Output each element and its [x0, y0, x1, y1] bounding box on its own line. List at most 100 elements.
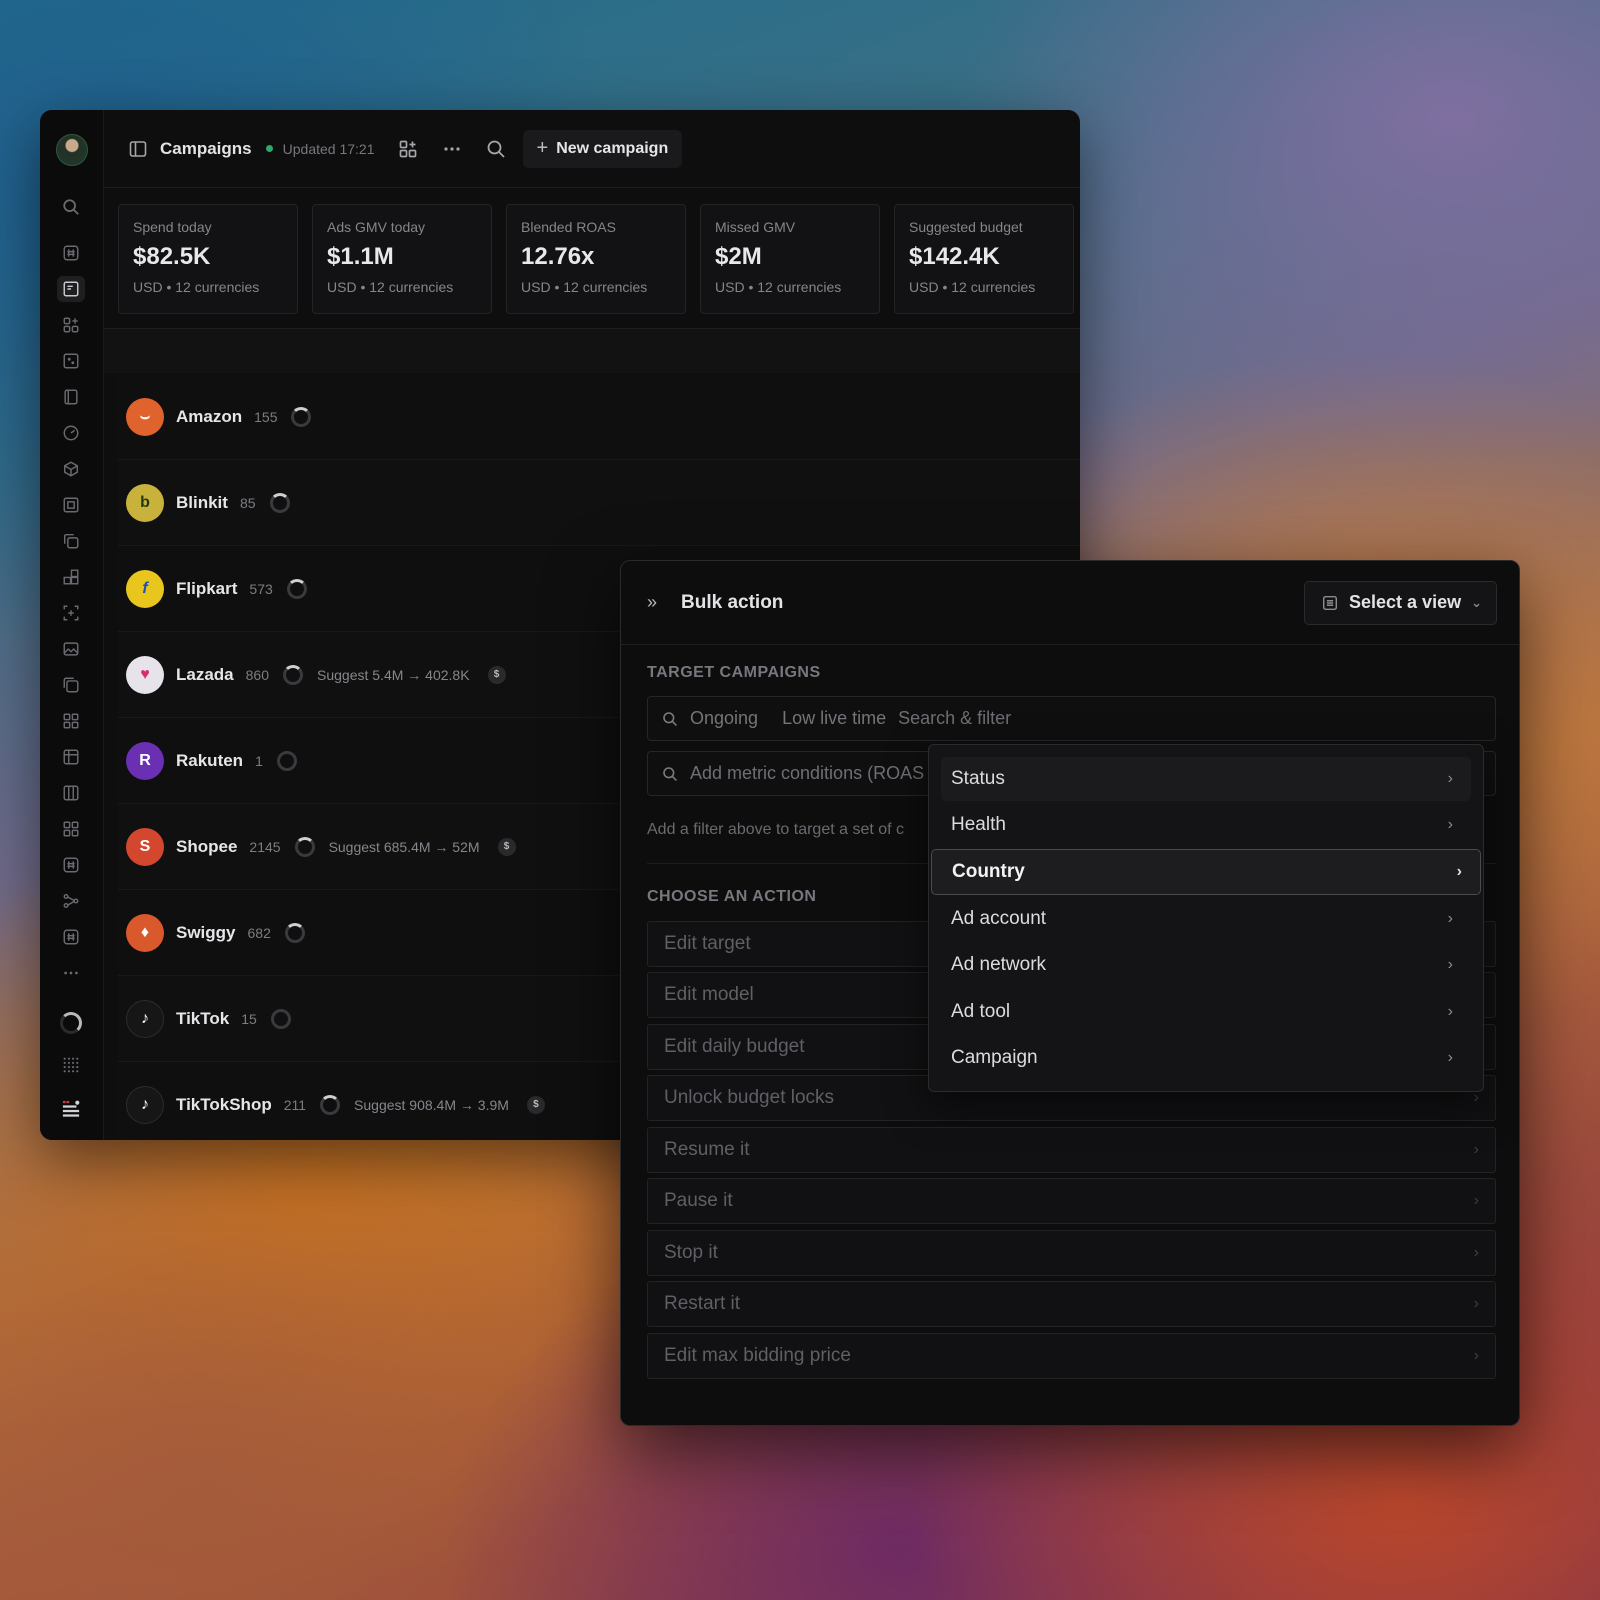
action-label: Edit target: [664, 933, 751, 954]
loading-icon: [57, 1010, 85, 1036]
more-icon[interactable]: [57, 960, 85, 986]
search-icon[interactable]: [57, 194, 85, 220]
scan-icon[interactable]: [57, 600, 85, 626]
chevron-right-icon: ›: [1447, 956, 1453, 973]
action-resume[interactable]: Resume it ›: [647, 1127, 1496, 1173]
apps-add-icon[interactable]: [57, 312, 85, 338]
campaigns-icon[interactable]: [57, 276, 85, 302]
swiggy-logo-icon: ♦: [126, 913, 164, 952]
image-icon[interactable]: [57, 636, 85, 662]
dropdown-item-label: Country: [952, 861, 1025, 882]
search-filter-input[interactable]: Ongoing Low live time Search & filter: [647, 696, 1496, 741]
table-settings-icon[interactable]: [57, 744, 85, 770]
stat-card[interactable]: Spend today $82.5K USD • 12 currencies: [118, 204, 298, 314]
currency-icon[interactable]: $: [497, 837, 516, 856]
stat-value: $1.1M: [327, 243, 394, 270]
filter-chip-low-live-time[interactable]: Low live time: [782, 708, 886, 729]
dropdown-item-country[interactable]: Country ›: [931, 849, 1481, 895]
budget-suggestion: Suggest 685.4M → 52M: [328, 838, 480, 855]
channel-name: Flipkart: [176, 578, 238, 598]
stat-label: Blended ROAS: [521, 219, 616, 235]
rakuten-logo-icon: R: [126, 741, 164, 780]
stat-label: Ads GMV today: [327, 219, 426, 235]
hash-square-icon[interactable]: [57, 924, 85, 950]
panel-header: » Bulk action Select a view ⌄: [621, 561, 1519, 645]
currency-icon[interactable]: $: [487, 665, 506, 684]
chevron-down-icon: ⌄: [1471, 594, 1482, 610]
hash-icon[interactable]: [57, 240, 85, 266]
progress-ring-icon: [291, 406, 312, 427]
frame-icon[interactable]: [57, 492, 85, 518]
channel-name: Blinkit: [176, 492, 228, 512]
copy-icon[interactable]: [57, 528, 85, 554]
new-campaign-button[interactable]: + New campaign: [522, 129, 683, 168]
collapse-chevrons-icon[interactable]: »: [647, 592, 667, 613]
budget-suggestion: Suggest 908.4M → 3.9M: [354, 1096, 509, 1113]
action-label: Resume it: [664, 1139, 750, 1160]
filter-chip-ongoing[interactable]: Ongoing: [690, 708, 758, 729]
share-nodes-icon[interactable]: [57, 888, 85, 914]
action-stop[interactable]: Stop it ›: [647, 1230, 1496, 1276]
dropdown-item-ad-tool[interactable]: Ad tool ›: [941, 990, 1471, 1034]
stat-card[interactable]: Blended ROAS 12.76x USD • 12 currencies: [506, 204, 686, 314]
stat-card[interactable]: Missed GMV $2M USD • 12 currencies: [700, 204, 880, 314]
currency-icon[interactable]: $: [526, 1095, 545, 1114]
dropdown-item-status[interactable]: Status ›: [941, 757, 1471, 801]
stat-value: $142.4K: [909, 243, 1000, 270]
stat-card[interactable]: Suggested budget $142.4K USD • 12 curren…: [894, 204, 1074, 314]
shopee-logo-icon: S: [126, 827, 164, 866]
hash-box-icon[interactable]: [57, 852, 85, 878]
dropdown-item-campaign[interactable]: Campaign ›: [941, 1036, 1471, 1080]
list-item[interactable]: b Blinkit 85: [118, 460, 1080, 546]
progress-ring-icon: [286, 578, 307, 599]
select-view-dropdown[interactable]: Select a view ⌄: [1304, 580, 1497, 625]
sidebar-toggle-icon[interactable]: [126, 132, 150, 166]
grid-dots-icon[interactable]: [57, 348, 85, 374]
chevron-right-icon: ›: [1473, 1295, 1479, 1312]
channel-count: 15: [241, 1010, 257, 1027]
list-item[interactable]: ⌣ Amazon 155: [118, 374, 1080, 460]
budget-suggestion: Suggest 5.4M → 402.8K: [317, 666, 470, 683]
stat-label: Missed GMV: [715, 219, 796, 235]
channel-count: 85: [239, 494, 256, 511]
lazada-logo-icon: ♥: [126, 655, 164, 694]
channel-name: TikTok: [176, 1008, 230, 1028]
cube-icon[interactable]: [57, 456, 85, 482]
grid-icon[interactable]: [57, 816, 85, 842]
panel-title: Bulk action: [681, 591, 784, 613]
stat-value: $2M: [715, 243, 762, 270]
channel-name: Amazon: [176, 406, 243, 426]
dropdown-item-ad-account[interactable]: Ad account ›: [941, 897, 1471, 941]
blocks-icon[interactable]: [57, 564, 85, 590]
stat-label: Spend today: [133, 219, 212, 235]
columns-icon[interactable]: [57, 780, 85, 806]
search-icon[interactable]: [479, 132, 513, 166]
widgets-icon[interactable]: [57, 708, 85, 734]
action-pause[interactable]: Pause it ›: [647, 1178, 1496, 1224]
action-label: Pause it: [664, 1190, 733, 1211]
filter-hint: Add a filter above to target a set of c: [647, 821, 905, 838]
avatar[interactable]: [56, 134, 88, 166]
dropdown-item-label: Campaign: [951, 1047, 1038, 1068]
add-widget-icon[interactable]: [391, 132, 425, 166]
dropdown-item-health[interactable]: Health ›: [941, 803, 1471, 847]
stat-card[interactable]: Ads GMV today $1.1M USD • 12 currencies: [312, 204, 492, 314]
gauge-icon[interactable]: [57, 420, 85, 446]
app-launcher-icon[interactable]: [57, 1052, 85, 1078]
action-restart[interactable]: Restart it ›: [647, 1281, 1496, 1327]
action-label: Stop it: [664, 1242, 718, 1263]
more-options-icon[interactable]: [435, 132, 469, 166]
chevron-right-icon: ›: [1473, 1141, 1479, 1158]
dropdown-item-ad-network[interactable]: Ad network ›: [941, 943, 1471, 987]
tiktokshop-logo-icon: ♪: [126, 1085, 164, 1124]
tiktok-logo-icon: ♪: [126, 999, 164, 1038]
action-edit-max-bidding-price[interactable]: Edit max bidding price ›: [647, 1333, 1496, 1379]
notebook-icon[interactable]: [57, 384, 85, 410]
stat-value: 12.76x: [521, 243, 595, 270]
brand-menu-icon[interactable]: [57, 1096, 85, 1122]
channel-count: 211: [283, 1096, 307, 1113]
stat-sub: USD • 12 currencies: [521, 279, 648, 295]
metric-placeholder: Add metric conditions (ROAS: [690, 763, 925, 783]
search-placeholder: Search & filter: [898, 708, 1012, 728]
layers-icon[interactable]: [57, 672, 85, 698]
